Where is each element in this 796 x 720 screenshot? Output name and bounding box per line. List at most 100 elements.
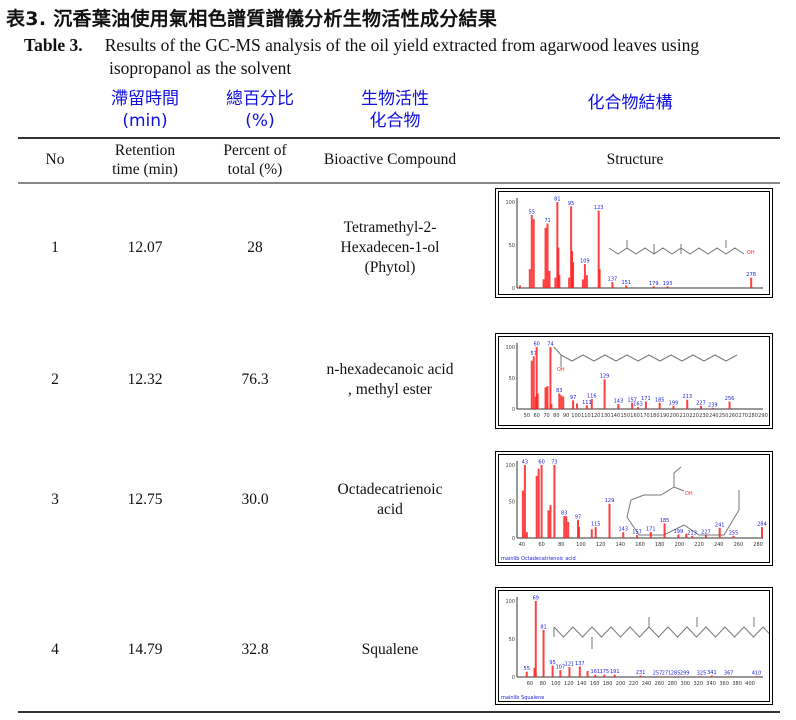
spectrum-peak [528, 269, 531, 288]
x-tick-label: 180 [650, 413, 660, 419]
row-percent: 30.0 [241, 491, 269, 508]
spectrum-peak [581, 279, 584, 288]
peak-label: 97 [575, 514, 581, 520]
spectrum-peak [550, 404, 553, 409]
spectrum-peak [563, 516, 566, 538]
x-tick-label: 380 [732, 681, 742, 687]
peak-label: 69 [533, 596, 539, 602]
x-tick-label: 120 [591, 413, 601, 419]
zh-retention-line1: 滯留時間 [111, 89, 179, 109]
y-tick-label: 0 [512, 675, 515, 681]
header-percent-line1: Percent of [223, 142, 287, 159]
y-tick-label: 0 [512, 536, 515, 542]
spectrum-peak [548, 270, 551, 288]
hydroxyl-label: OH [747, 250, 755, 256]
y-tick-label: 0 [512, 286, 515, 292]
x-tick-label: 220 [694, 542, 704, 548]
spectrum-peak [572, 262, 575, 288]
row-no: 2 [51, 371, 59, 388]
x-tick-label: 400 [745, 681, 755, 687]
zh-header-structure: 化合物結構 [587, 93, 673, 113]
peak-label: 367 [724, 671, 734, 677]
spectrum-peak [590, 529, 593, 538]
spectrum-peak [649, 532, 652, 538]
row-retention-time: 12.32 [127, 371, 163, 388]
spectrum-peak [598, 269, 601, 288]
row-compound: Squalene [300, 640, 480, 660]
spectrum-peak [594, 527, 597, 538]
peak-label: 255 [729, 530, 739, 536]
peak-label: 213 [682, 394, 692, 400]
x-tick-label: 300 [681, 681, 691, 687]
zh-compound-line1: 生物活性 [361, 89, 429, 109]
x-tick-label: 120 [596, 542, 606, 548]
x-tick-label: 60 [538, 542, 544, 548]
spectrum-peak [530, 360, 533, 409]
peak-label: 231 [636, 670, 646, 676]
molecule-structure [560, 354, 738, 362]
mass-spectrum-figure: 100 50 0 OH 55 71 81 95 109 123 137 151 179 193 278 [495, 188, 773, 298]
spectrum-peak [718, 527, 721, 538]
spectrum-peak [530, 214, 533, 288]
header-no: No [45, 151, 65, 168]
x-tick-label: 270 [739, 413, 749, 419]
peak-label: 123 [594, 205, 604, 211]
compound-line: Tetramethyl-2- [343, 219, 437, 236]
peak-label: 71 [544, 218, 550, 224]
peak-label: 199 [669, 400, 679, 406]
zh-percent-line1: 總百分比 [226, 89, 294, 109]
spectrum-peak [521, 490, 524, 538]
peak-label: 171 [646, 527, 656, 533]
spectrum-peak [567, 521, 570, 538]
spectrum-peak [572, 400, 575, 409]
peak-label: 137 [608, 276, 618, 282]
x-tick-label: 210 [680, 413, 690, 419]
spectrum-peak [518, 285, 521, 288]
spectrum-peak [534, 601, 537, 677]
x-tick-label: 280 [748, 413, 758, 419]
molecule-structure [553, 626, 773, 638]
x-tick-label: 140 [611, 413, 621, 419]
peak-label: 199 [674, 529, 684, 535]
header-compound: Bioactive Compound [323, 151, 457, 168]
x-tick-label: 360 [719, 681, 729, 687]
peak-label: 109 [580, 258, 590, 264]
spectrum-peak [578, 666, 581, 677]
x-tick-label: 290 [758, 413, 768, 419]
spectrum-peak [558, 393, 561, 409]
row-percent: 28 [247, 239, 263, 256]
x-tick-label: 180 [603, 681, 613, 687]
peak-label: 151 [621, 280, 631, 286]
peak-label: 83 [556, 388, 562, 394]
page-title: 表3. 沉香葉油使用氣相色譜質譜儀分析生物活性成分結果 [6, 8, 498, 30]
x-tick-label: 240 [714, 542, 724, 548]
spectrum-peak [577, 527, 580, 538]
x-tick-label: 80 [553, 413, 559, 419]
spectrum-peak [608, 503, 611, 538]
peak-label: 278 [746, 272, 756, 278]
peak-label: 129 [600, 374, 610, 380]
compound-line: , methyl ester [348, 381, 432, 398]
spectrum-peak [547, 510, 550, 538]
x-tick-label: 160 [590, 681, 600, 687]
header-bottom-rule [18, 182, 780, 184]
spectrum-peak [585, 275, 588, 288]
peak-label: 129 [605, 498, 615, 504]
x-tick-label: 200 [675, 542, 685, 548]
y-tick-label: 0 [512, 407, 515, 413]
caption-line-1: Results of the GC-MS analysis of the oil… [104, 35, 700, 55]
peak-label: 81 [540, 624, 546, 630]
x-tick-label: 240 [709, 413, 719, 419]
header-retention: Retention time (min) [95, 141, 195, 179]
spectrum-peak [560, 395, 563, 409]
x-tick-label: 260 [734, 542, 744, 548]
row-compound: Tetramethyl-2- Hexadecen-1-ol (Phytol) [300, 218, 480, 278]
x-tick-label: 220 [689, 413, 699, 419]
y-tick-label: 100 [505, 599, 515, 605]
peak-label: 239 [708, 402, 718, 408]
peak-label: 241 [715, 522, 725, 528]
peak-label: 299 [680, 671, 690, 677]
peak-label: 115 [591, 522, 601, 528]
x-tick-label: 340 [706, 681, 716, 687]
peak-label: 55 [524, 666, 530, 672]
